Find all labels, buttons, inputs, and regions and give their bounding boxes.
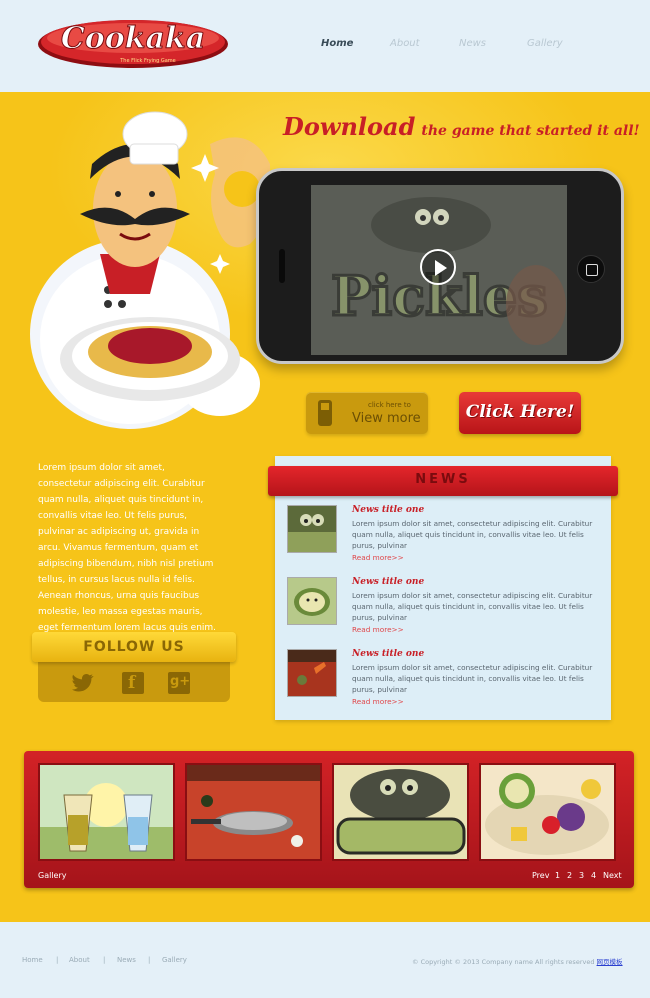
- footer-separator: |: [103, 956, 106, 964]
- gallery-strip: Gallery Prev 1 2 3 4 Next: [24, 751, 634, 888]
- nav-about[interactable]: About: [390, 38, 420, 49]
- logo-tagline: The Flick Frying Game: [119, 58, 176, 64]
- footer-link-about[interactable]: About: [69, 956, 90, 964]
- phone-speaker: [279, 249, 285, 283]
- news-item: News title one Lorem ipsum dolor sit ame…: [287, 505, 607, 571]
- pager-page-1[interactable]: 1: [555, 871, 560, 880]
- phone-icon: [318, 400, 332, 426]
- phone-mockup: Pickles: [256, 168, 624, 368]
- phone-home-button: [577, 255, 605, 283]
- nav-home[interactable]: Home: [321, 38, 353, 49]
- news-thumbnail[interactable]: [287, 505, 337, 553]
- news-item-title[interactable]: News title one: [352, 505, 424, 515]
- phone-body: Pickles: [256, 168, 624, 364]
- twitter-icon[interactable]: [72, 672, 94, 694]
- gallery-image-frying-pan[interactable]: [185, 763, 322, 861]
- nav-gallery[interactable]: Gallery: [527, 38, 563, 49]
- read-more-link[interactable]: Read more>>: [352, 553, 404, 562]
- download-heading-small: the game that started it all!: [421, 123, 640, 139]
- follow-us-ribbon: FOLLOW US: [32, 632, 236, 662]
- copyright-text: © Copyright © 2013 Company name All righ…: [412, 956, 623, 966]
- google-plus-icon[interactable]: [168, 672, 190, 694]
- news-title: NEWS: [415, 472, 471, 487]
- main-nav: Home About News Gallery: [0, 38, 650, 54]
- follow-us-title: FOLLOW US: [83, 639, 185, 655]
- gallery-image-fruit[interactable]: [479, 763, 616, 861]
- follow-us-box: FOLLOW US: [32, 628, 236, 702]
- copyright-link[interactable]: 网页模板: [597, 958, 623, 966]
- pager-page-2[interactable]: 2: [567, 871, 572, 880]
- gallery-image-drinks[interactable]: [38, 763, 175, 861]
- play-icon[interactable]: [420, 249, 456, 285]
- gallery-image-pickles[interactable]: [332, 763, 469, 861]
- pager-page-4[interactable]: 4: [591, 871, 596, 880]
- news-item-title[interactable]: News title one: [352, 577, 424, 587]
- news-thumbnail[interactable]: [287, 649, 337, 697]
- news-item-body: Lorem ipsum dolor sit amet, consectetur …: [352, 519, 593, 550]
- click-here-label: Click Here!: [465, 402, 575, 422]
- chef-illustration: [20, 104, 273, 434]
- news-header: NEWS: [268, 466, 618, 496]
- copyright-label: © Copyright © 2013 Company name All righ…: [412, 958, 595, 966]
- view-more-small-label: click here to: [368, 401, 411, 409]
- view-more-label: View more: [352, 411, 421, 426]
- download-heading-big: Download: [283, 112, 416, 141]
- read-more-link[interactable]: Read more>>: [352, 697, 404, 706]
- news-thumbnail[interactable]: [287, 577, 337, 625]
- pager-next[interactable]: Next: [603, 871, 622, 880]
- read-more-link[interactable]: Read more>>: [352, 625, 404, 634]
- site-header: Cookaka The Flick Frying Game Home About…: [0, 0, 650, 92]
- about-text: Lorem ipsum dolor sit amet, consectetur …: [38, 463, 217, 633]
- footer-link-news[interactable]: News: [117, 956, 136, 964]
- news-item-title[interactable]: News title one: [352, 649, 424, 659]
- footer-link-gallery[interactable]: Gallery: [162, 956, 187, 964]
- news-item: News title one Lorem ipsum dolor sit ame…: [287, 577, 607, 643]
- footer-separator: |: [148, 956, 151, 964]
- news-item: News title one Lorem ipsum dolor sit ame…: [287, 649, 607, 715]
- facebook-icon[interactable]: [122, 672, 144, 694]
- view-more-button[interactable]: click here to View more: [306, 392, 428, 434]
- footer-separator: |: [56, 956, 59, 964]
- gallery-label: Gallery: [38, 871, 67, 880]
- site-footer: Home | About | News | Gallery © Copyrigh…: [0, 922, 650, 998]
- news-item-body: Lorem ipsum dolor sit amet, consectetur …: [352, 591, 593, 622]
- pager-page-3[interactable]: 3: [579, 871, 584, 880]
- pager-prev[interactable]: Prev: [532, 871, 549, 880]
- download-heading: Download the game that started it all!: [283, 112, 640, 141]
- footer-link-home[interactable]: Home: [22, 956, 43, 964]
- news-item-body: Lorem ipsum dolor sit amet, consectetur …: [352, 663, 593, 694]
- click-here-button[interactable]: Click Here!: [459, 392, 581, 434]
- nav-news[interactable]: News: [459, 38, 486, 49]
